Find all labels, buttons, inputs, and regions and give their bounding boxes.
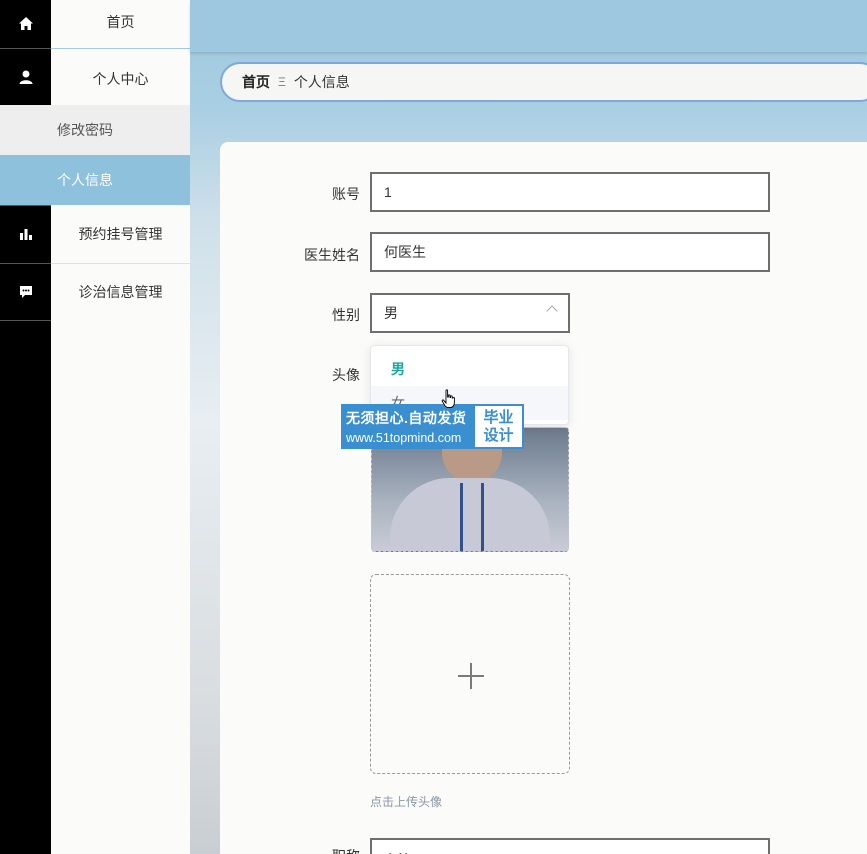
watermark-tag-top: 毕业 — [483, 408, 514, 426]
divider — [0, 205, 51, 206]
top-bar — [190, 0, 867, 52]
sidebar-item-appointment-management[interactable]: 预约挂号管理 — [0, 205, 190, 263]
sidebar: 首页 个人中心 修改密码 个人信息 预约挂号管理 诊治信息管理 — [0, 0, 190, 854]
sidebar-item-label: 修改密码 — [57, 122, 113, 138]
bar-chart-icon — [0, 205, 51, 263]
sidebar-item-label: 诊治信息管理 — [51, 264, 190, 320]
title-value: 主治 — [384, 850, 412, 854]
option-label: 男 — [391, 361, 405, 377]
breadcrumb: 首页 Ξ 个人信息 — [220, 62, 867, 102]
gender-value: 男 — [384, 305, 398, 321]
avatar-label: 头像 — [332, 367, 360, 383]
sidebar-item-label: 首页 — [51, 0, 190, 48]
chevron-up-icon — [546, 305, 558, 317]
watermark-tag: 毕业 设计 — [475, 406, 522, 447]
breadcrumb-separator-icon: Ξ — [278, 75, 286, 89]
breadcrumb-home-link[interactable]: 首页 — [242, 72, 270, 92]
gender-option-male[interactable]: 男 — [371, 352, 568, 386]
title-label: 职称 — [260, 846, 360, 854]
watermark-tag-bottom: 设计 — [483, 426, 514, 444]
doctor-name-label: 医生姓名 — [304, 247, 360, 263]
avatar-upload-button[interactable] — [370, 574, 570, 774]
plus-icon-vertical — [470, 663, 472, 689]
sidebar-item-personal-info[interactable]: 个人信息 — [0, 155, 190, 205]
account-field[interactable]: 1 — [370, 172, 770, 212]
sidebar-item-home[interactable]: 首页 — [0, 0, 190, 48]
doctor-name-field[interactable]: 何医生 — [370, 232, 770, 272]
sidebar-item-personal-center[interactable]: 个人中心 — [0, 49, 190, 105]
sidebar-item-diagnosis-management[interactable]: 诊治信息管理 — [0, 264, 190, 320]
upload-hint: 点击上传头像 — [370, 795, 443, 809]
sidebar-empty-area — [51, 320, 190, 854]
sidebar-item-label: 个人中心 — [51, 49, 190, 105]
gender-select[interactable]: 男 — [370, 293, 570, 333]
account-value: 1 — [384, 184, 392, 200]
breadcrumb-current: 个人信息 — [293, 74, 350, 90]
watermark-badge: 无须担心.自动发货 www.51topmind.com 毕业 设计 — [341, 404, 524, 449]
sidebar-item-label: 个人信息 — [57, 172, 113, 188]
hand-cursor-icon — [441, 389, 457, 414]
watermark-line2: www.51topmind.com — [346, 431, 462, 445]
avatar-lanyard — [460, 483, 484, 551]
home-icon — [0, 0, 51, 48]
sidebar-item-change-password[interactable]: 修改密码 — [0, 105, 190, 155]
sidebar-item-label: 预约挂号管理 — [51, 205, 190, 263]
user-icon — [0, 49, 51, 105]
account-label: 账号 — [332, 186, 360, 202]
title-field[interactable]: 主治 — [370, 838, 770, 854]
gender-label: 性别 — [332, 307, 360, 323]
divider — [0, 320, 51, 321]
chat-icon — [0, 264, 51, 320]
doctor-name-value: 何医生 — [384, 244, 426, 260]
